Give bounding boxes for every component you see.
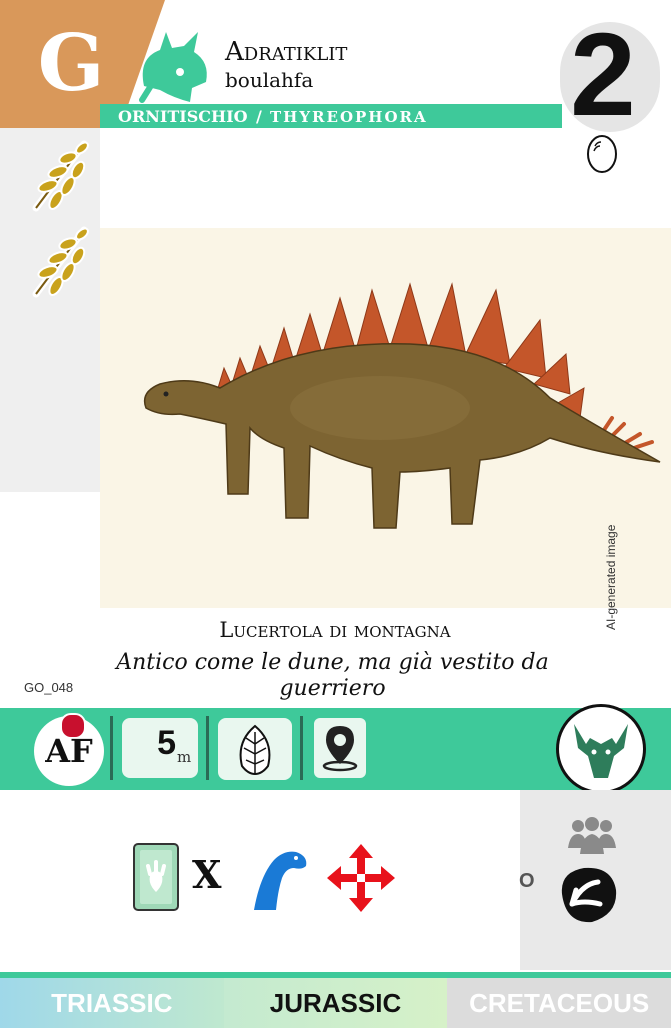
- herd-icon: [568, 817, 616, 854]
- era-jurassic: JURASSIC: [223, 978, 448, 1028]
- sauropod-icon: [254, 851, 307, 910]
- card-cost: 2: [570, 9, 636, 141]
- footprint-card-icon: [133, 843, 179, 911]
- leaf-icon: [239, 724, 271, 776]
- fern-leaf-icon: [32, 140, 89, 212]
- flavor-text: Antico come le dune, ma già vestito da g…: [116, 650, 549, 701]
- era-triassic: TRIASSIC: [0, 978, 224, 1028]
- stat-divider: [300, 716, 303, 780]
- egg-icon: [587, 135, 617, 173]
- card-id: GO_048: [24, 680, 74, 695]
- size-value: 5: [157, 724, 176, 762]
- triceratops-head-icon: [139, 32, 207, 103]
- ceratopsian-head-icon: [574, 724, 628, 778]
- taxonomy-order: ORNITISCHIO: [118, 107, 248, 126]
- era-cretaceous: CRETACEOUS: [447, 978, 671, 1028]
- taxonomy-separator: /: [256, 107, 262, 126]
- ai-credit: AI-generated image: [604, 524, 618, 630]
- name-line-2: boulahfa: [225, 68, 314, 92]
- or-label: O: [519, 870, 535, 892]
- claw-icon: [561, 867, 617, 923]
- move-arrows-icon: [327, 844, 395, 912]
- fern-leaf-icon: [32, 226, 89, 298]
- size-unit: m: [177, 748, 192, 766]
- group-letter: G: [37, 18, 105, 109]
- stat-divider: [206, 716, 209, 780]
- era-bar: TRIASSIC JURASSIC CRETACEOUS: [0, 978, 671, 1028]
- dinosaur-name: Adratiklit boulahfa: [225, 36, 347, 96]
- stat-divider: [110, 716, 113, 780]
- taxonomy-suborder: THYREOPHORA: [270, 108, 428, 126]
- multiplier-sign: X: [192, 852, 222, 897]
- common-name: Lucertola di montagna: [219, 618, 451, 642]
- stegosaur-illustration: [100, 228, 671, 608]
- region-code: AF: [45, 732, 93, 770]
- location-pin-icon: [322, 726, 358, 772]
